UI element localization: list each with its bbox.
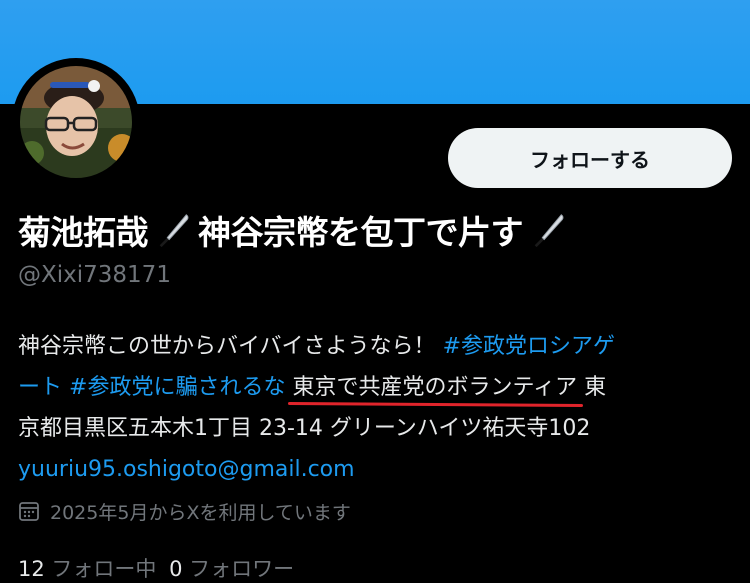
email-link[interactable]: yuuriu95.oshigoto@gmail.com bbox=[18, 457, 355, 482]
bio-line-2: ート #参政党に騙されるな 東京で共産党のボランティア 東 bbox=[18, 367, 738, 408]
annotated-bio-text: 東京で共産党のボランティア bbox=[288, 367, 584, 408]
calendar-icon bbox=[19, 502, 39, 521]
display-name-part1: 菊池拓哉 bbox=[18, 213, 149, 252]
hashtag-link[interactable]: #参政党に騙されるな bbox=[69, 375, 285, 400]
user-handle: @Xixi738171 bbox=[18, 262, 171, 288]
hashtag-link-continued[interactable]: ート bbox=[18, 375, 62, 400]
following-link[interactable]: 12 フォロー中 bbox=[18, 557, 163, 581]
follow-button[interactable]: フォローする bbox=[448, 128, 732, 188]
bio-text: 京都目黒区五本木1丁目 23-14 グリーンハイツ祐天寺102 bbox=[18, 416, 591, 441]
avatar[interactable] bbox=[12, 58, 140, 186]
followers-link[interactable]: 0 フォロワー bbox=[169, 557, 294, 581]
bio-line-4: yuuriu95.oshigoto@gmail.com bbox=[18, 449, 738, 490]
join-date: 2025年5月からXを利用しています bbox=[18, 496, 351, 526]
bio-text: 東京で共産党のボランティア bbox=[292, 375, 578, 400]
display-name: 菊池拓哉 神谷宗幣を包丁で片す bbox=[18, 204, 573, 256]
display-name-part2: 神谷宗幣を包丁で片す bbox=[198, 213, 524, 252]
join-date-text: 2025年5月からXを利用しています bbox=[50, 501, 351, 524]
follow-counts: 12 フォロー中 0 フォロワー bbox=[18, 553, 294, 583]
bio-line-3: 京都目黒区五本木1丁目 23-14 グリーンハイツ祐天寺102 bbox=[18, 408, 738, 449]
followers-label: フォロワー bbox=[189, 557, 295, 581]
bio-line-1: 神谷宗幣この世からバイバイさようなら！ #参政党ロシアゲ bbox=[18, 326, 738, 367]
bio-text: 神谷宗幣この世からバイバイさようなら！ bbox=[18, 334, 436, 359]
red-annotation-underline bbox=[288, 401, 584, 408]
following-label: フォロー中 bbox=[51, 557, 157, 581]
kitchen-knife-icon bbox=[534, 214, 564, 248]
followers-count: 0 bbox=[169, 557, 183, 581]
hashtag-link[interactable]: #参政党ロシアゲ bbox=[443, 334, 615, 359]
bio: 神谷宗幣この世からバイバイさようなら！ #参政党ロシアゲ ート #参政党に騙され… bbox=[18, 326, 738, 490]
kitchen-knife-icon bbox=[159, 214, 189, 248]
bio-text: 東 bbox=[584, 375, 607, 400]
following-count: 12 bbox=[18, 557, 45, 581]
